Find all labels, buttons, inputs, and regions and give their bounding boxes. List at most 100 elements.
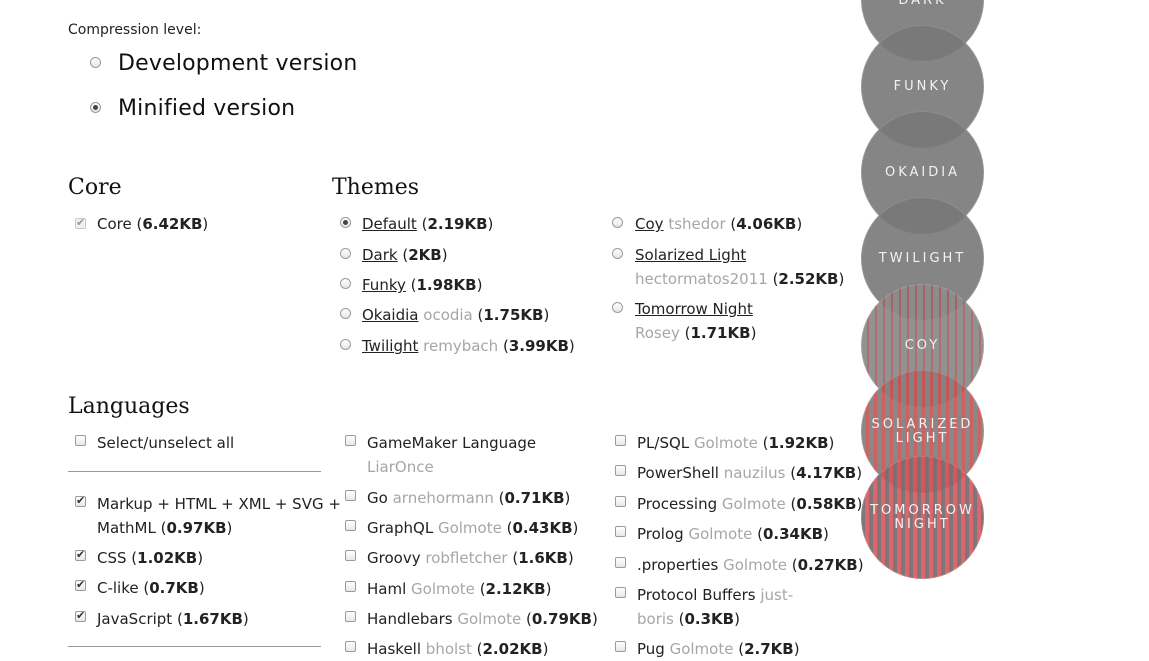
lang-haskell: Haskell bholst (2.02KB) — [367, 640, 549, 658]
lang-plsql-checkbox[interactable] — [615, 435, 626, 446]
lang-css-checkbox[interactable] — [75, 547, 86, 563]
lang-prolog: Prolog Golmote (0.34KB) — [637, 525, 829, 543]
lang-graphql: GraphQL Golmote (0.43KB) — [367, 519, 579, 537]
theme-funky: Funky (1.98KB) — [362, 276, 483, 294]
lang-processing-size: 0.58KB — [796, 495, 857, 513]
theme-okaidia-author: ocodia — [423, 306, 473, 324]
lang-graphql-label: GraphQL — [367, 519, 434, 537]
lang-markup-label2: MathML — [97, 519, 156, 537]
lang-gamemaker: GameMaker Language — [367, 431, 536, 455]
theme-tomorrow-night-radio[interactable] — [612, 302, 623, 313]
lang-prolog-checkbox[interactable] — [615, 526, 626, 537]
lang-powershell-size: 4.17KB — [796, 464, 857, 482]
theme-switcher-twilight-label: TWILIGHT — [878, 250, 967, 266]
lang-markup-line2: MathML (0.97KB) — [97, 519, 233, 537]
lang-protobuf-author: just- — [760, 586, 794, 604]
lang-pug-checkbox[interactable] — [615, 641, 626, 652]
lang-prolog-author: Golmote — [688, 525, 753, 543]
lang-groovy-label: Groovy — [367, 549, 421, 567]
theme-switcher-tomorrow-night[interactable]: TOMORROW NIGHT — [861, 456, 984, 579]
select-all-label[interactable]: Select/unselect all — [97, 431, 234, 455]
theme-switcher-solarized-light-label: SOLARIZED LIGHT — [871, 416, 974, 446]
theme-dark: Dark (2KB) — [362, 246, 448, 264]
lang-css-size: 1.02KB — [137, 549, 198, 567]
theme-solarized-light-meta: hectormatos2011 (2.52KB) — [635, 270, 845, 288]
lang-markup: Markup + HTML + XML + SVG + — [97, 492, 341, 516]
select-all-checkbox[interactable] — [75, 435, 86, 446]
lang-groovy: Groovy robfletcher (1.6KB) — [367, 549, 574, 567]
lang-protobuf: Protocol Buffers just- — [637, 583, 793, 607]
lang-powershell-checkbox[interactable] — [615, 465, 626, 476]
lang-haml-author: Golmote — [411, 580, 475, 598]
theme-twilight-link[interactable]: Twilight — [362, 337, 418, 355]
lang-protobuf-meta: boris (0.3KB) — [637, 610, 740, 628]
theme-tomorrow-night-meta: Rosey (1.71KB) — [635, 324, 757, 342]
lang-properties: .properties Golmote (0.27KB) — [637, 556, 864, 574]
lang-javascript-size: 1.67KB — [182, 610, 243, 628]
development-version-radio[interactable] — [90, 57, 101, 68]
lang-go-checkbox[interactable] — [345, 490, 356, 501]
minified-version-label[interactable]: Minified version — [118, 96, 295, 121]
lang-pug-author: Golmote — [669, 640, 734, 658]
lang-plsql-author: Golmote — [693, 434, 758, 452]
theme-funky-link[interactable]: Funky — [362, 276, 406, 294]
theme-okaidia-link[interactable]: Okaidia — [362, 306, 418, 324]
lang-groovy-author: robfletcher — [425, 549, 508, 567]
lang-plsql: PL/SQL Golmote (1.92KB) — [637, 434, 835, 452]
lang-powershell-label: PowerShell — [637, 464, 719, 482]
lang-clike-checkbox[interactable] — [75, 577, 86, 593]
theme-twilight-radio[interactable] — [340, 339, 351, 350]
lang-go-label: Go — [367, 489, 388, 507]
lang-plsql-size: 1.92KB — [768, 434, 829, 452]
lang-handlebars-checkbox[interactable] — [345, 611, 356, 622]
lang-handlebars-author: Golmote — [457, 610, 522, 628]
lang-pug: Pug Golmote (2.7KB) — [637, 640, 800, 658]
lang-protobuf-checkbox[interactable] — [615, 587, 626, 598]
lang-groovy-checkbox[interactable] — [345, 550, 356, 561]
lang-haml-size: 2.12KB — [485, 580, 546, 598]
lang-haml-label: Haml — [367, 580, 407, 598]
lang-javascript-label: JavaScript — [97, 610, 173, 628]
lang-prolog-size: 0.34KB — [762, 525, 824, 543]
lang-properties-size: 0.27KB — [797, 556, 858, 574]
theme-dark-radio[interactable] — [340, 248, 351, 259]
theme-tomorrow-night-link[interactable]: Tomorrow Night — [635, 300, 753, 318]
languages-divider-2 — [68, 646, 321, 647]
lang-javascript: JavaScript (1.67KB) — [97, 610, 249, 628]
lang-pug-label: Pug — [637, 640, 665, 658]
lang-markup-checkbox[interactable] — [75, 493, 86, 509]
lang-properties-label: .properties — [637, 556, 719, 574]
lang-gamemaker-checkbox[interactable] — [345, 435, 356, 446]
lang-clike-size: 0.7KB — [149, 579, 199, 597]
lang-haml-checkbox[interactable] — [345, 581, 356, 592]
lang-processing-checkbox[interactable] — [615, 496, 626, 507]
lang-properties-checkbox[interactable] — [615, 557, 626, 568]
theme-solarized-light: Solarized Light — [635, 243, 746, 267]
theme-coy: Coy tshedor (4.06KB) — [635, 215, 803, 233]
theme-okaidia-radio[interactable] — [340, 308, 351, 319]
core-label: Core — [97, 215, 132, 233]
theme-solarized-light-link[interactable]: Solarized Light — [635, 246, 746, 264]
lang-plsql-label: PL/SQL — [637, 434, 690, 452]
theme-solarized-light-size: 2.52KB — [778, 270, 839, 288]
theme-coy-link[interactable]: Coy — [635, 215, 664, 233]
lang-groovy-size: 1.6KB — [518, 549, 568, 567]
theme-funky-radio[interactable] — [340, 278, 351, 289]
lang-clike: C-like (0.7KB) — [97, 579, 205, 597]
theme-solarized-light-radio[interactable] — [612, 248, 623, 259]
lang-protobuf-author2: boris — [637, 610, 674, 628]
theme-default-link[interactable]: Default — [362, 215, 417, 233]
theme-coy-radio[interactable] — [612, 217, 623, 228]
lang-javascript-checkbox[interactable] — [75, 608, 86, 624]
lang-haskell-checkbox[interactable] — [345, 641, 356, 652]
theme-default-radio[interactable] — [340, 217, 351, 228]
minified-version-radio[interactable] — [90, 102, 101, 113]
lang-handlebars-size: 0.79KB — [531, 610, 592, 628]
development-version-label[interactable]: Development version — [118, 51, 357, 76]
theme-dark-link[interactable]: Dark — [362, 246, 398, 264]
lang-prolog-label: Prolog — [637, 525, 684, 543]
lang-markup-size: 0.97KB — [166, 519, 227, 537]
theme-default-size: 2.19KB — [427, 215, 488, 233]
lang-graphql-checkbox[interactable] — [345, 520, 356, 531]
lang-graphql-author: Golmote — [437, 519, 502, 537]
